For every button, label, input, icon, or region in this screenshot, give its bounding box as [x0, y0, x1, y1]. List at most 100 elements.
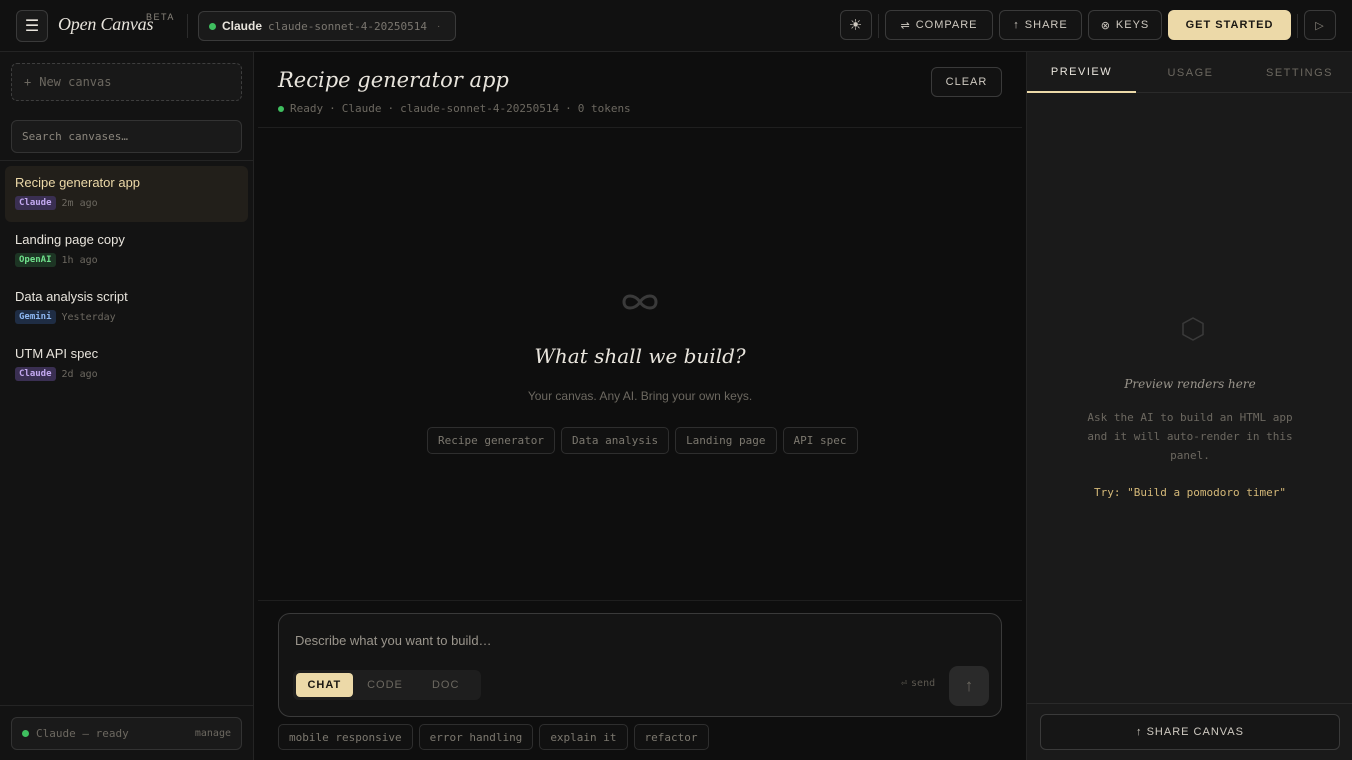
- suggestion-chip[interactable]: Landing page: [675, 427, 777, 454]
- top-bar: ☰ Open Canvas BETA Claude claude-sonnet-…: [0, 0, 1352, 52]
- canvas-item-title: Data analysis script: [15, 289, 128, 304]
- canvas-item-time: 1h ago: [61, 254, 98, 266]
- compare-icon: ⇌: [900, 19, 911, 32]
- suggestion-chip[interactable]: Recipe generator: [427, 427, 555, 454]
- suggestion-chip[interactable]: API spec: [782, 427, 858, 454]
- manage-link[interactable]: manage: [195, 728, 231, 739]
- share-canvas-button[interactable]: ↑ SHARE CANVAS: [1040, 714, 1340, 750]
- separator: ·: [387, 102, 395, 115]
- play-icon: ▷: [1315, 19, 1325, 32]
- divider: [878, 14, 879, 38]
- canvas-item-title: Recipe generator app: [15, 175, 141, 190]
- tab-preview[interactable]: PREVIEW: [1027, 52, 1136, 93]
- status-dot-icon: [22, 730, 29, 737]
- provider-tag: Gemini: [15, 310, 56, 324]
- sidebar: + New canvas Recipe generator app Claude…: [0, 52, 254, 760]
- menu-button[interactable]: ☰: [16, 10, 48, 42]
- provider-status-text: Claude — ready: [36, 727, 129, 740]
- canvas-item-utm-api[interactable]: UTM API spec Claude 2d ago: [5, 337, 248, 393]
- mode-code[interactable]: CODE: [357, 673, 414, 697]
- model-id: claude-sonnet-4-20250514: [400, 102, 560, 115]
- beta-badge: BETA: [146, 12, 175, 22]
- share-label: SHARE: [1024, 19, 1068, 31]
- arrow-up-icon: ↑: [964, 676, 974, 695]
- model-name: Claude: [222, 19, 263, 33]
- model-selector[interactable]: Claude claude-sonnet-4-20250514 ·: [198, 11, 456, 41]
- compare-button[interactable]: ⇌ COMPARE: [885, 10, 993, 40]
- keys-button[interactable]: ⊗ KEYS: [1088, 10, 1162, 40]
- canvas-item-data-analysis[interactable]: Data analysis script Gemini Yesterday: [5, 280, 248, 336]
- key-icon: ⊗: [1100, 19, 1111, 32]
- arrow-up-icon: ↑: [1013, 19, 1020, 31]
- suggestion-chips: Recipe generator Data analysis Landing p…: [427, 427, 858, 454]
- model-id: claude-sonnet-4-20250514: [268, 19, 427, 33]
- canvas-item-time: Yesterday: [61, 311, 116, 323]
- brand-logo: Open Canvas: [58, 14, 154, 34]
- status-dot-icon: [209, 22, 216, 30]
- composer: CHAT CODE DOC ⏎ send ↑: [278, 613, 1002, 717]
- keys-label: KEYS: [1115, 19, 1150, 31]
- quick-action-chips: mobile responsive error handling explain…: [278, 724, 709, 750]
- quick-chip[interactable]: error handling: [418, 724, 534, 750]
- provider-tag: OpenAI: [15, 253, 56, 267]
- preview-panel: PREVIEW USAGE SETTINGS Preview renders h…: [1026, 52, 1352, 760]
- clear-button[interactable]: CLEAR: [931, 67, 1002, 97]
- divider: [258, 600, 1022, 601]
- empty-state-title: What shall we build?: [534, 344, 746, 368]
- provider-status: Claude — ready manage: [11, 717, 242, 750]
- send-button[interactable]: ↑: [949, 666, 989, 706]
- compare-label: COMPARE: [915, 19, 978, 31]
- canvas-item-time: 2d ago: [61, 368, 98, 380]
- preview-title: Preview renders here: [1124, 377, 1256, 391]
- suggestion-chip[interactable]: Data analysis: [560, 427, 670, 454]
- theme-toggle-button[interactable]: ☀: [840, 10, 872, 40]
- new-canvas-button[interactable]: + New canvas: [11, 63, 242, 101]
- main-canvas: Recipe generator app Ready · Claude · cl…: [254, 52, 1026, 760]
- divider: [187, 14, 188, 38]
- provider-name: Claude: [341, 102, 382, 115]
- page-title: Recipe generator app: [278, 68, 509, 92]
- canvas-item-landing-page[interactable]: Landing page copy OpenAI 1h ago: [5, 223, 248, 279]
- canvas-item-recipe-generator[interactable]: Recipe generator app Claude 2m ago: [5, 166, 248, 222]
- quick-chip[interactable]: mobile responsive: [278, 724, 413, 750]
- panel-tabs: PREVIEW USAGE SETTINGS: [1027, 52, 1352, 93]
- status-dot-icon: [278, 105, 284, 112]
- arrow-up-icon: ↑: [1136, 726, 1143, 738]
- preview-description: Ask the AI to build an HTML app and it w…: [1087, 411, 1293, 462]
- hexagon-icon: [1182, 317, 1204, 341]
- new-canvas-label: New canvas: [39, 75, 112, 89]
- status-row: Ready · Claude · claude-sonnet-4-2025051…: [278, 102, 631, 115]
- chevron-down-icon: ·: [436, 20, 441, 32]
- send-hint: ⏎ send: [901, 678, 935, 689]
- search-input[interactable]: [11, 120, 242, 153]
- get-started-button[interactable]: GET STARTED: [1168, 10, 1291, 40]
- quick-chip[interactable]: explain it: [539, 724, 628, 750]
- infinity-icon: [622, 294, 658, 310]
- hamburger-icon: ☰: [24, 18, 40, 35]
- send-hint-label: send: [911, 678, 936, 689]
- provider-tag: Claude: [15, 367, 56, 381]
- divider: [0, 160, 254, 161]
- mode-switcher: CHAT CODE DOC: [293, 670, 481, 700]
- mode-chat[interactable]: CHAT: [296, 673, 353, 697]
- sun-icon: ☀: [848, 17, 864, 34]
- run-button[interactable]: ▷: [1304, 10, 1336, 40]
- canvas-item-title: UTM API spec: [15, 346, 99, 361]
- tab-usage[interactable]: USAGE: [1136, 52, 1245, 93]
- preview-try-hint: Try: "Build a pomodoro timer": [1093, 486, 1287, 499]
- provider-tag: Claude: [15, 196, 56, 210]
- mode-doc[interactable]: DOC: [417, 673, 474, 697]
- share-button[interactable]: ↑ SHARE: [999, 10, 1082, 40]
- separator: ·: [565, 102, 572, 115]
- token-count: 0 tokens: [577, 102, 631, 115]
- divider: [1027, 703, 1352, 704]
- divider: [0, 705, 254, 706]
- prompt-input[interactable]: [295, 630, 985, 650]
- share-canvas-label: SHARE CANVAS: [1146, 726, 1244, 738]
- quick-chip[interactable]: refactor: [633, 724, 709, 750]
- canvas-item-title: Landing page copy: [15, 232, 125, 247]
- canvas-item-time: 2m ago: [61, 197, 98, 209]
- plus-icon: +: [24, 75, 32, 89]
- tab-settings[interactable]: SETTINGS: [1245, 52, 1352, 93]
- divider: [258, 127, 1022, 128]
